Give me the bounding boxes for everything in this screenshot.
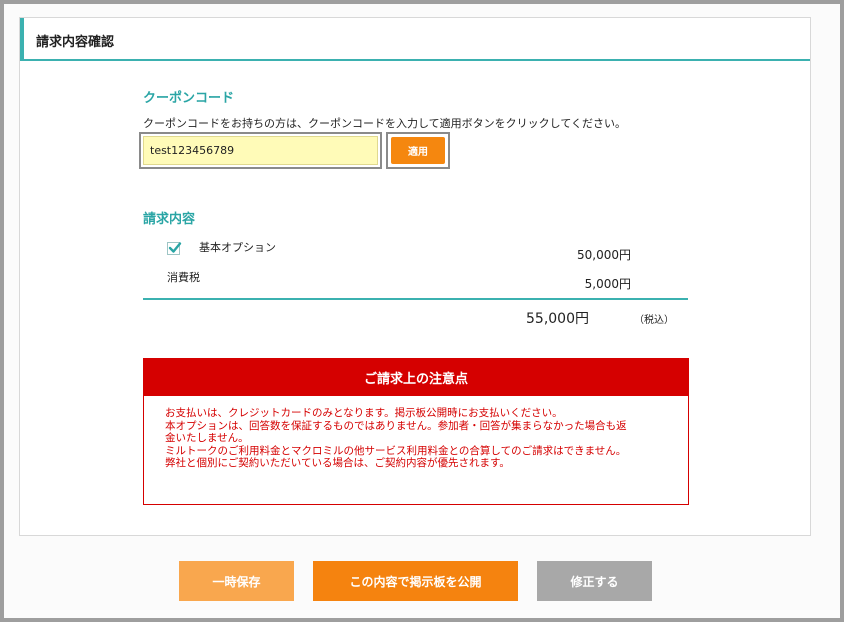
checkmark-icon	[168, 242, 182, 253]
notice-line: 本オプションは、回答数を保証するものではありません。参加者・回答が集まらなかった…	[165, 419, 627, 432]
billing-section-title: 請求内容	[143, 212, 196, 227]
notice-line: お支払いは、クレジットカードのみとなります。掲示板公開時にお支払いください。	[165, 407, 563, 419]
publish-board-button[interactable]: この内容で掲示板を公開	[313, 561, 518, 601]
edit-button[interactable]: 修正する	[537, 561, 652, 601]
basic-option-checkbox[interactable]	[167, 242, 182, 255]
tax-label: 消費税	[167, 271, 200, 284]
panel-title: 請求内容確認	[36, 35, 115, 50]
notice-title: ご請求上の注意点	[144, 359, 688, 396]
coupon-field-highlight	[139, 132, 382, 169]
total-divider	[143, 298, 688, 300]
tax-amount: 5,000円	[584, 277, 631, 291]
coupon-section-title: クーポンコード	[143, 91, 235, 106]
notice-body: お支払いは、クレジットカードのみとなります。掲示板公開時にお支払いください。 本…	[144, 396, 688, 470]
panel-header: 請求内容確認	[20, 18, 810, 61]
coupon-description: クーポンコードをお持ちの方は、クーポンコードを入力して適用ボタンをクリックしてく…	[143, 117, 627, 130]
total-amount: 55,000円	[526, 311, 589, 327]
apply-coupon-button[interactable]: 適用	[391, 137, 445, 164]
notice-line: 弊社と個別にご契約いただいている場合は、ご契約内容が優先されます。	[165, 457, 510, 469]
save-draft-button[interactable]: 一時保存	[179, 561, 294, 601]
basic-option-amount: 50,000円	[577, 248, 631, 262]
apply-button-highlight: 適用	[386, 132, 450, 169]
tax-included-note: （税込）	[634, 315, 674, 326]
coupon-code-input[interactable]	[143, 136, 378, 165]
billing-notice-box: ご請求上の注意点 お支払いは、クレジットカードのみとなります。掲示板公開時にお支…	[143, 358, 689, 505]
notice-line: 金いたしません。	[165, 432, 249, 444]
notice-line: ミルトークのご利用料金とマクロミルの他サービス利用料金との合算してのご請求はでき…	[165, 444, 627, 457]
basic-option-label: 基本オプション	[199, 241, 276, 254]
